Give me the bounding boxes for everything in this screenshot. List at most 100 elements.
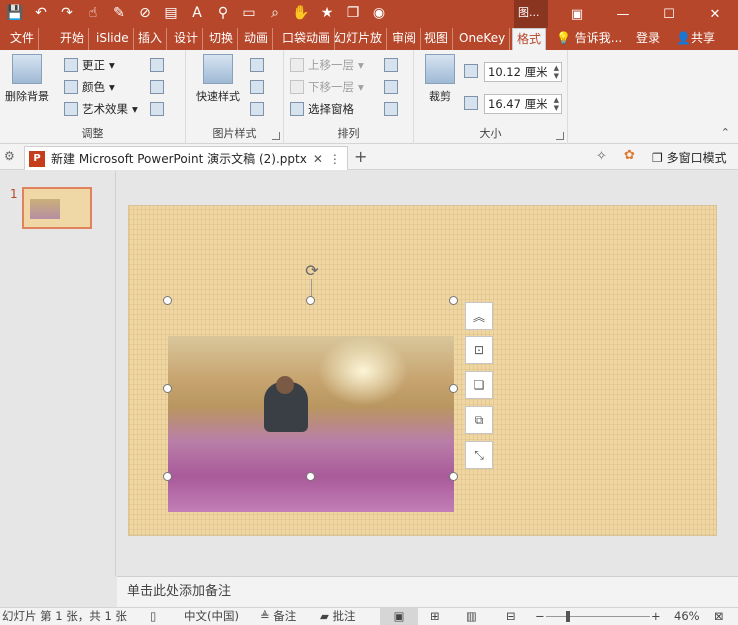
- tab-animations[interactable]: 动画: [240, 28, 274, 50]
- slide-thumbnail[interactable]: [22, 187, 92, 229]
- window-icon[interactable]: ▭: [240, 4, 258, 22]
- change-picture-icon[interactable]: [150, 80, 164, 94]
- hand-icon[interactable]: ✋: [292, 4, 310, 22]
- layers-icon[interactable]: ❐: [344, 4, 362, 22]
- width-spinner[interactable]: ▲ ▼: [554, 96, 559, 112]
- selected-picture[interactable]: [168, 336, 454, 512]
- save-icon[interactable]: 💾: [6, 4, 24, 22]
- reset-picture-icon[interactable]: [150, 102, 164, 116]
- login-link[interactable]: 登录: [636, 28, 660, 50]
- notes-pane[interactable]: 单击此处添加备注: [117, 576, 738, 607]
- disk-icon[interactable]: ◉: [370, 4, 388, 22]
- resize-handle-bottom[interactable]: [306, 472, 315, 481]
- height-spinner[interactable]: ▲ ▼: [554, 64, 559, 80]
- pin-icon[interactable]: ⚲: [214, 4, 232, 22]
- format-painter-icon[interactable]: ✎: [110, 4, 128, 22]
- slide-canvas[interactable]: ⟳ ︽ ⊡ ❏ ⧉ ⤡: [128, 205, 717, 536]
- redo-icon[interactable]: ↷: [58, 4, 76, 22]
- tell-me-search[interactable]: 💡 告诉我...: [556, 28, 622, 50]
- picture-border-icon[interactable]: [250, 58, 264, 72]
- normal-view-icon[interactable]: ▣: [380, 608, 418, 625]
- resize-handle-top-right[interactable]: [449, 296, 458, 305]
- slide-sorter-icon[interactable]: ⊞: [430, 608, 440, 625]
- more-icon[interactable]: ⋮: [329, 152, 341, 166]
- share-button[interactable]: 👤共享: [676, 28, 715, 50]
- pin-tool-icon[interactable]: ✧: [596, 149, 607, 164]
- selection-pane-button[interactable]: 选择窗格: [290, 100, 354, 118]
- crop-button[interactable]: 裁剪: [420, 54, 460, 104]
- dialog-launcher-icon[interactable]: [272, 132, 280, 140]
- star-icon[interactable]: ★: [318, 4, 336, 22]
- rotate-icon[interactable]: [384, 102, 398, 116]
- tab-slideshow[interactable]: 幻灯片放: [330, 28, 388, 50]
- tab-islide[interactable]: iSlide: [92, 28, 134, 50]
- corrections-button[interactable]: 更正 ▾: [64, 56, 115, 74]
- spelling-icon[interactable]: ▯: [150, 608, 156, 625]
- tab-view[interactable]: 视图: [420, 28, 454, 50]
- undo-icon[interactable]: ↶: [32, 4, 50, 22]
- picture-effects-icon[interactable]: [250, 80, 264, 94]
- tab-settings-icon[interactable]: ⚙: [4, 149, 15, 163]
- resize-handle-right[interactable]: [449, 384, 458, 393]
- align-center-icon[interactable]: ⊡: [465, 336, 493, 364]
- collapse-up-icon[interactable]: ︽: [465, 302, 493, 330]
- tab-transitions[interactable]: 切换: [205, 28, 239, 50]
- tab-insert[interactable]: 插入: [134, 28, 168, 50]
- color-button[interactable]: 颜色 ▾: [64, 78, 115, 96]
- expand-diagonal-icon[interactable]: ⤡: [465, 441, 493, 469]
- height-field[interactable]: 10.12 厘米 ▲ ▼: [484, 62, 562, 82]
- close-tab-icon[interactable]: ✕: [313, 152, 323, 166]
- arrange-layers-icon[interactable]: ❏: [465, 371, 493, 399]
- tab-pocket-animation[interactable]: 口袋动画: [278, 28, 336, 50]
- fit-to-window-icon[interactable]: ⊠: [714, 608, 724, 625]
- zoom-in-icon[interactable]: +: [651, 608, 661, 625]
- width-field[interactable]: 16.47 厘米 ▲ ▼: [484, 94, 562, 114]
- reading-view-icon[interactable]: ▥: [466, 608, 477, 625]
- rotate-handle-icon[interactable]: ⟳: [303, 261, 321, 280]
- align-icon[interactable]: [384, 58, 398, 72]
- zoom-out-icon[interactable]: −: [535, 608, 545, 625]
- size-dialog-launcher-icon[interactable]: [556, 132, 564, 140]
- zoom-slider-knob[interactable]: [566, 611, 570, 622]
- resize-handle-top[interactable]: [306, 296, 315, 305]
- touch-mode-icon[interactable]: ☝: [84, 4, 102, 22]
- resize-handle-bottom-left[interactable]: [163, 472, 172, 481]
- close-icon[interactable]: ✕: [692, 0, 738, 28]
- ribbon-display-icon[interactable]: ▣: [554, 0, 600, 28]
- search-icon[interactable]: ⌕: [266, 4, 284, 22]
- tab-file[interactable]: 文件: [6, 28, 40, 50]
- zoom-level[interactable]: 46%: [674, 608, 700, 625]
- settings-gear-icon[interactable]: ✿: [624, 148, 635, 163]
- zoom-slider-track[interactable]: [546, 616, 650, 617]
- text-icon[interactable]: A: [188, 4, 206, 22]
- tab-home[interactable]: 开始: [56, 28, 90, 50]
- comments-button[interactable]: ▰ 批注: [320, 608, 356, 625]
- resize-handle-bottom-right[interactable]: [449, 472, 458, 481]
- remove-background-button[interactable]: 删除背景: [2, 54, 52, 104]
- minimize-icon[interactable]: —: [600, 0, 646, 28]
- copy-format-icon[interactable]: ⧉: [465, 406, 493, 434]
- picture-layout-icon[interactable]: [250, 102, 264, 116]
- picture-tools-context-tab[interactable]: 图...: [514, 0, 548, 28]
- tab-onekey[interactable]: OneKey: [455, 28, 511, 50]
- resize-handle-left[interactable]: [163, 384, 172, 393]
- artistic-effects-button[interactable]: 艺术效果 ▾: [64, 100, 138, 118]
- slideshow-icon[interactable]: ⊟: [506, 608, 516, 625]
- document-tab[interactable]: P 新建 Microsoft PowerPoint 演示文稿 (2).pptx …: [24, 146, 348, 170]
- multi-window-button[interactable]: ❐ 多窗口模式: [652, 149, 727, 166]
- collapse-ribbon-icon[interactable]: ⌃: [721, 126, 730, 139]
- restore-icon[interactable]: ☐: [646, 0, 692, 28]
- compress-icon[interactable]: [150, 58, 164, 72]
- tab-format[interactable]: 格式: [512, 28, 547, 50]
- language-indicator[interactable]: 中文(中国): [184, 608, 239, 625]
- tab-review[interactable]: 审阅: [388, 28, 422, 50]
- resize-handle-top-left[interactable]: [163, 296, 172, 305]
- document-icon[interactable]: ▤: [162, 4, 180, 22]
- bring-forward-button[interactable]: 上移一层 ▾: [290, 56, 364, 74]
- new-tab-icon[interactable]: +: [354, 147, 367, 166]
- notes-button[interactable]: ≜ 备注: [260, 608, 296, 625]
- send-backward-button[interactable]: 下移一层 ▾: [290, 78, 364, 96]
- quick-styles-button[interactable]: 快速样式: [190, 54, 246, 104]
- tab-design[interactable]: 设计: [170, 28, 204, 50]
- group-objects-icon[interactable]: [384, 80, 398, 94]
